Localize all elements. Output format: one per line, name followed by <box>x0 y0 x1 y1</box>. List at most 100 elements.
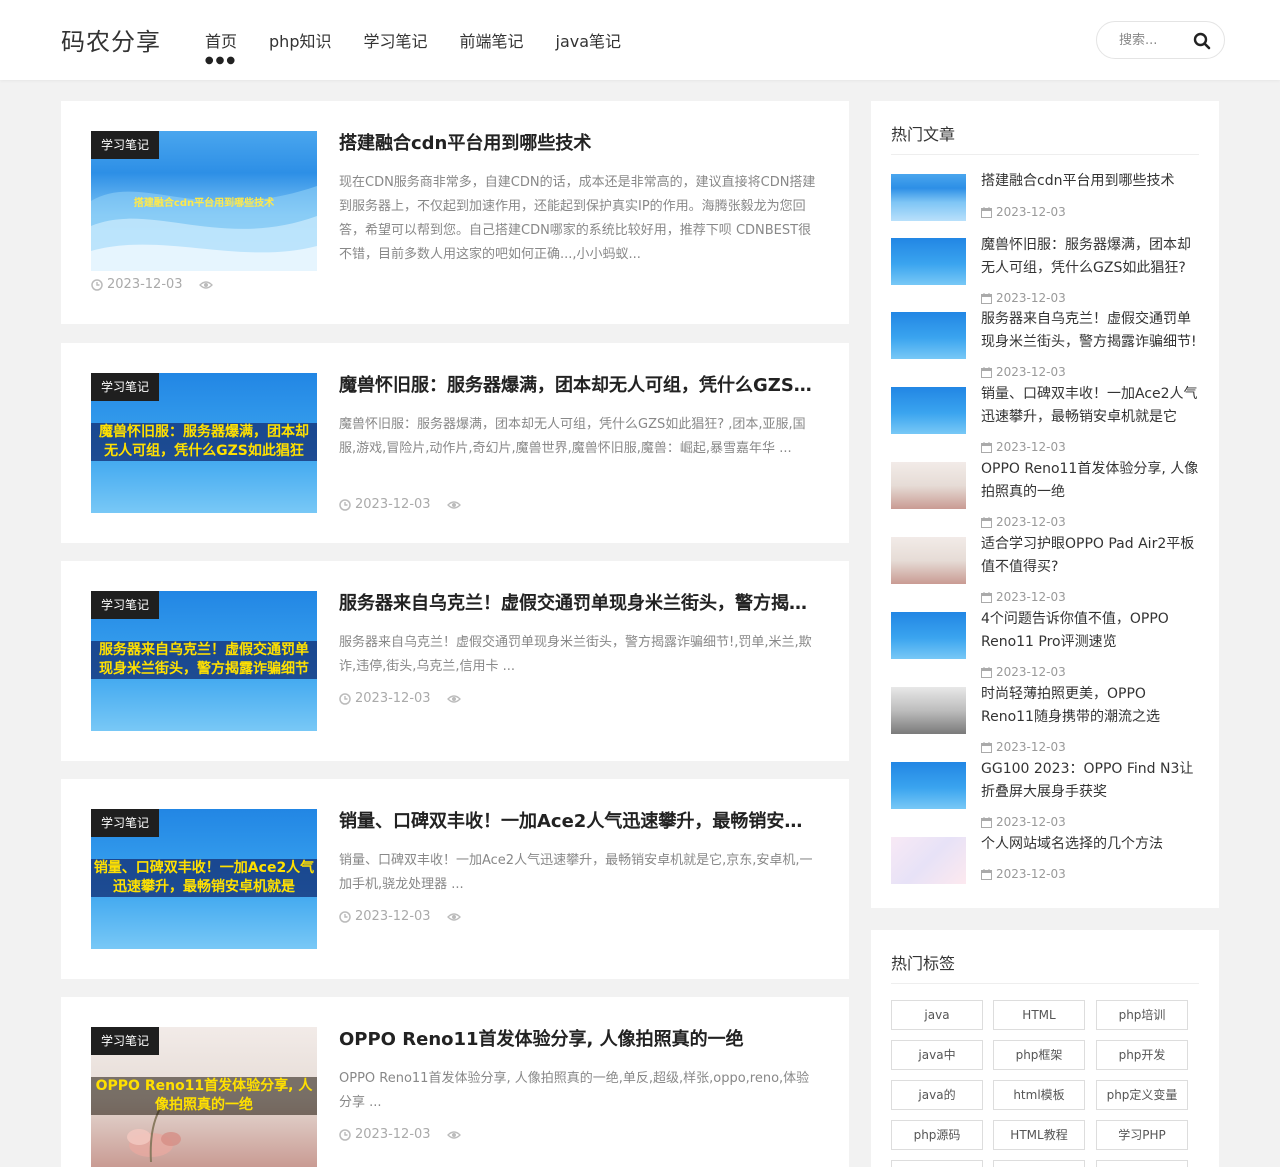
article-meta: 2023-12-03 <box>91 277 217 292</box>
hot-article-thumbnail[interactable] <box>891 612 966 659</box>
hot-article-date: 2023-12-03 <box>981 590 1066 604</box>
tag-chip[interactable]: php定义变量 <box>1096 1080 1188 1110</box>
article-date: 2023-12-03 <box>355 1127 431 1142</box>
hot-article-title[interactable]: 适合学习护眼OPPO Pad Air2平板值不值得买? <box>981 533 1201 578</box>
clock-icon <box>339 692 351 705</box>
article-title[interactable]: OPPO Reno11首发体验分享, 人像拍照真的一绝 <box>339 1027 819 1053</box>
nav-item-study-notes[interactable]: 学习笔记 <box>363 30 427 54</box>
hot-article-date: 2023-12-03 <box>981 665 1066 679</box>
tag-chip[interactable]: php框架 <box>993 1040 1085 1070</box>
tag-chip[interactable]: php培训 <box>1096 1000 1188 1030</box>
search-input[interactable] <box>1119 31 1189 49</box>
hot-article-title[interactable]: 销量、口碑双丰收！一加Ace2人气迅速攀升，最畅销安卓机就是它 <box>981 383 1201 428</box>
category-tag[interactable]: 学习笔记 <box>91 809 160 837</box>
article-excerpt: 服务器来自乌克兰！虚假交通罚单现身米兰街头，警方揭露诈骗细节!,罚单,米兰,欺诈… <box>339 635 812 674</box>
hot-article-date: 2023-12-03 <box>981 365 1066 379</box>
nav-item-php[interactable]: php知识 <box>269 30 331 54</box>
article-meta: 2023-12-03 <box>339 691 465 706</box>
hot-article-title[interactable]: 个人网站域名选择的几个方法 <box>981 833 1201 856</box>
thumbnail-caption: 服务器来自乌克兰！虚假交通罚单现身米兰街头，警方揭露诈骗细节 <box>91 641 317 679</box>
category-tag[interactable]: 学习笔记 <box>91 591 160 619</box>
nav-item-label: 学习笔记 <box>363 32 428 51</box>
hot-article-thumbnail[interactable] <box>891 687 966 734</box>
hot-article-thumbnail[interactable] <box>891 174 966 221</box>
tag-chip[interactable]: php源码 <box>891 1120 983 1150</box>
article-thumbnail[interactable]: 学习笔记 魔兽怀旧服：服务器爆满，团本却无人可组，凭什么GZS如此猖狂 <box>91 373 317 513</box>
tag-chip[interactable]: java的 <box>891 1080 983 1110</box>
eye-icon <box>446 694 461 703</box>
article-title[interactable]: 搭建融合cdn平台用到哪些技术 <box>339 131 819 157</box>
hot-article-thumbnail[interactable] <box>891 837 966 884</box>
nav-item-java-notes[interactable]: java笔记 <box>556 30 622 54</box>
article-date: 2023-12-03 <box>107 277 183 292</box>
article-title[interactable]: 魔兽怀旧服：服务器爆满，团本却无人可组，凭什么GZS如此猖狂? <box>339 373 819 399</box>
hot-article-thumbnail[interactable] <box>891 462 966 509</box>
tag-chip[interactable]: java <box>891 1000 983 1030</box>
calendar-icon <box>981 366 992 378</box>
nav-item-label: 首页 <box>205 32 238 51</box>
article-meta: 2023-12-03 <box>339 497 465 512</box>
thumbnail-caption: 销量、口碑双丰收！一加Ace2人气迅速攀升，最畅销安卓机就是 <box>91 859 317 897</box>
article-thumbnail[interactable]: 学习笔记 服务器来自乌克兰！虚假交通罚单现身米兰街头，警方揭露诈骗细节 <box>91 591 317 731</box>
thumbnail-caption: OPPO Reno11首发体验分享, 人像拍照真的一绝 <box>91 1077 317 1115</box>
hot-article-title[interactable]: GG100 2023：OPPO Find N3让折叠屏大展身手获奖 <box>981 758 1201 803</box>
hot-article-title[interactable]: 搭建融合cdn平台用到哪些技术 <box>981 170 1201 193</box>
hot-article-thumbnail[interactable] <box>891 762 966 809</box>
site-logo[interactable]: 码农分享 <box>61 22 161 57</box>
hot-article-title[interactable]: 服务器来自乌克兰！虚假交通罚单现身米兰街头，警方揭露诈骗细节! <box>981 308 1201 353</box>
hot-article-title[interactable]: 时尚轻薄拍照更美，OPPO Reno11随身携带的潮流之选 <box>981 683 1201 728</box>
hot-article-date-text: 2023-12-03 <box>996 205 1066 219</box>
active-indicator: ●●● <box>204 55 238 66</box>
hot-article-date: 2023-12-03 <box>981 205 1066 219</box>
hot-article-date-text: 2023-12-03 <box>996 440 1066 454</box>
tag-chip[interactable]: HTML教程 <box>993 1120 1085 1150</box>
article-title[interactable]: 销量、口碑双丰收！一加Ace2人气迅速攀升，最畅销安卓机就是它 <box>339 809 819 835</box>
hot-article-date-text: 2023-12-03 <box>996 515 1066 529</box>
article-date: 2023-12-03 <box>355 909 431 924</box>
divider <box>891 154 1199 155</box>
article-card: 学习笔记 销量、口碑双丰收！一加Ace2人气迅速攀升，最畅销安卓机就是 销量、口… <box>61 779 849 979</box>
search-icon[interactable] <box>1193 32 1211 50</box>
hot-article-date-text: 2023-12-03 <box>996 740 1066 754</box>
hot-article-date-text: 2023-12-03 <box>996 291 1066 305</box>
article-card: 学习笔记 服务器来自乌克兰！虚假交通罚单现身米兰街头，警方揭露诈骗细节 服务器来… <box>61 561 849 761</box>
hot-article-title[interactable]: 4个问题告诉你值不值，OPPO Reno11 Pro评测速览 <box>981 608 1201 653</box>
hot-article-date-text: 2023-12-03 <box>996 867 1066 881</box>
tag-chip[interactable]: 学习PHP <box>1096 1120 1188 1150</box>
hot-article-date-text: 2023-12-03 <box>996 365 1066 379</box>
article-thumbnail[interactable]: 学习笔记 搭建融合cdn平台用到哪些技术 <box>91 131 317 271</box>
nav-item-frontend-notes[interactable]: 前端笔记 <box>460 30 524 54</box>
calendar-icon <box>981 206 992 218</box>
article-excerpt: 现在CDN服务商非常多，自建CDN的话，成本还是非常高的，建议直接将CDN搭建到… <box>339 175 816 262</box>
article-excerpt: 销量、口碑双丰收！一加Ace2人气迅速攀升，最畅销安卓机就是它,京东,安卓机,一… <box>339 853 813 892</box>
tag-chip[interactable] <box>1096 1160 1188 1167</box>
category-tag[interactable]: 学习笔记 <box>91 1027 160 1055</box>
hot-article-thumbnail[interactable] <box>891 238 966 285</box>
hot-article-title[interactable]: OPPO Reno11首发体验分享, 人像拍照真的一绝 <box>981 458 1201 503</box>
tag-chip[interactable]: HTML <box>993 1000 1085 1030</box>
tag-chip[interactable]: html模板 <box>993 1080 1085 1110</box>
hot-articles-widget: 热门文章 搭建融合cdn平台用到哪些技术 2023-12-03 魔兽怀旧服：服务器爆… <box>871 101 1219 908</box>
category-tag[interactable]: 学习笔记 <box>91 373 160 401</box>
article-thumbnail[interactable]: 学习笔记 OPPO Reno11首发体验分享, 人像拍照真的一绝 <box>91 1027 317 1167</box>
tag-chip[interactable]: java中 <box>891 1040 983 1070</box>
tag-chip[interactable]: php开发 <box>1096 1040 1188 1070</box>
article-thumbnail[interactable]: 学习笔记 销量、口碑双丰收！一加Ace2人气迅速攀升，最畅销安卓机就是 <box>91 809 317 949</box>
article-title[interactable]: 服务器来自乌克兰！虚假交通罚单现身米兰街头，警方揭露诈骗细节! <box>339 591 819 617</box>
hot-article-date: 2023-12-03 <box>981 740 1066 754</box>
hot-article-date: 2023-12-03 <box>981 815 1066 829</box>
widget-title: 热门文章 <box>891 125 956 144</box>
hot-article-thumbnail[interactable] <box>891 312 966 359</box>
thumbnail-caption: 搭建融合cdn平台用到哪些技术 <box>133 198 275 209</box>
search-box <box>1096 21 1225 59</box>
tag-chip[interactable] <box>891 1160 983 1167</box>
nav-item-home[interactable]: 首页 ●●● <box>205 30 238 66</box>
hot-article-thumbnail[interactable] <box>891 537 966 584</box>
tag-chip[interactable] <box>993 1160 1085 1167</box>
hot-article-date: 2023-12-03 <box>981 291 1066 305</box>
category-tag[interactable]: 学习笔记 <box>91 131 160 159</box>
hot-article-thumbnail[interactable] <box>891 387 966 434</box>
nav-item-label: php知识 <box>269 32 332 51</box>
clock-icon <box>339 498 351 511</box>
hot-article-title[interactable]: 魔兽怀旧服：服务器爆满，团本却无人可组，凭什么GZS如此猖狂? <box>981 234 1201 279</box>
